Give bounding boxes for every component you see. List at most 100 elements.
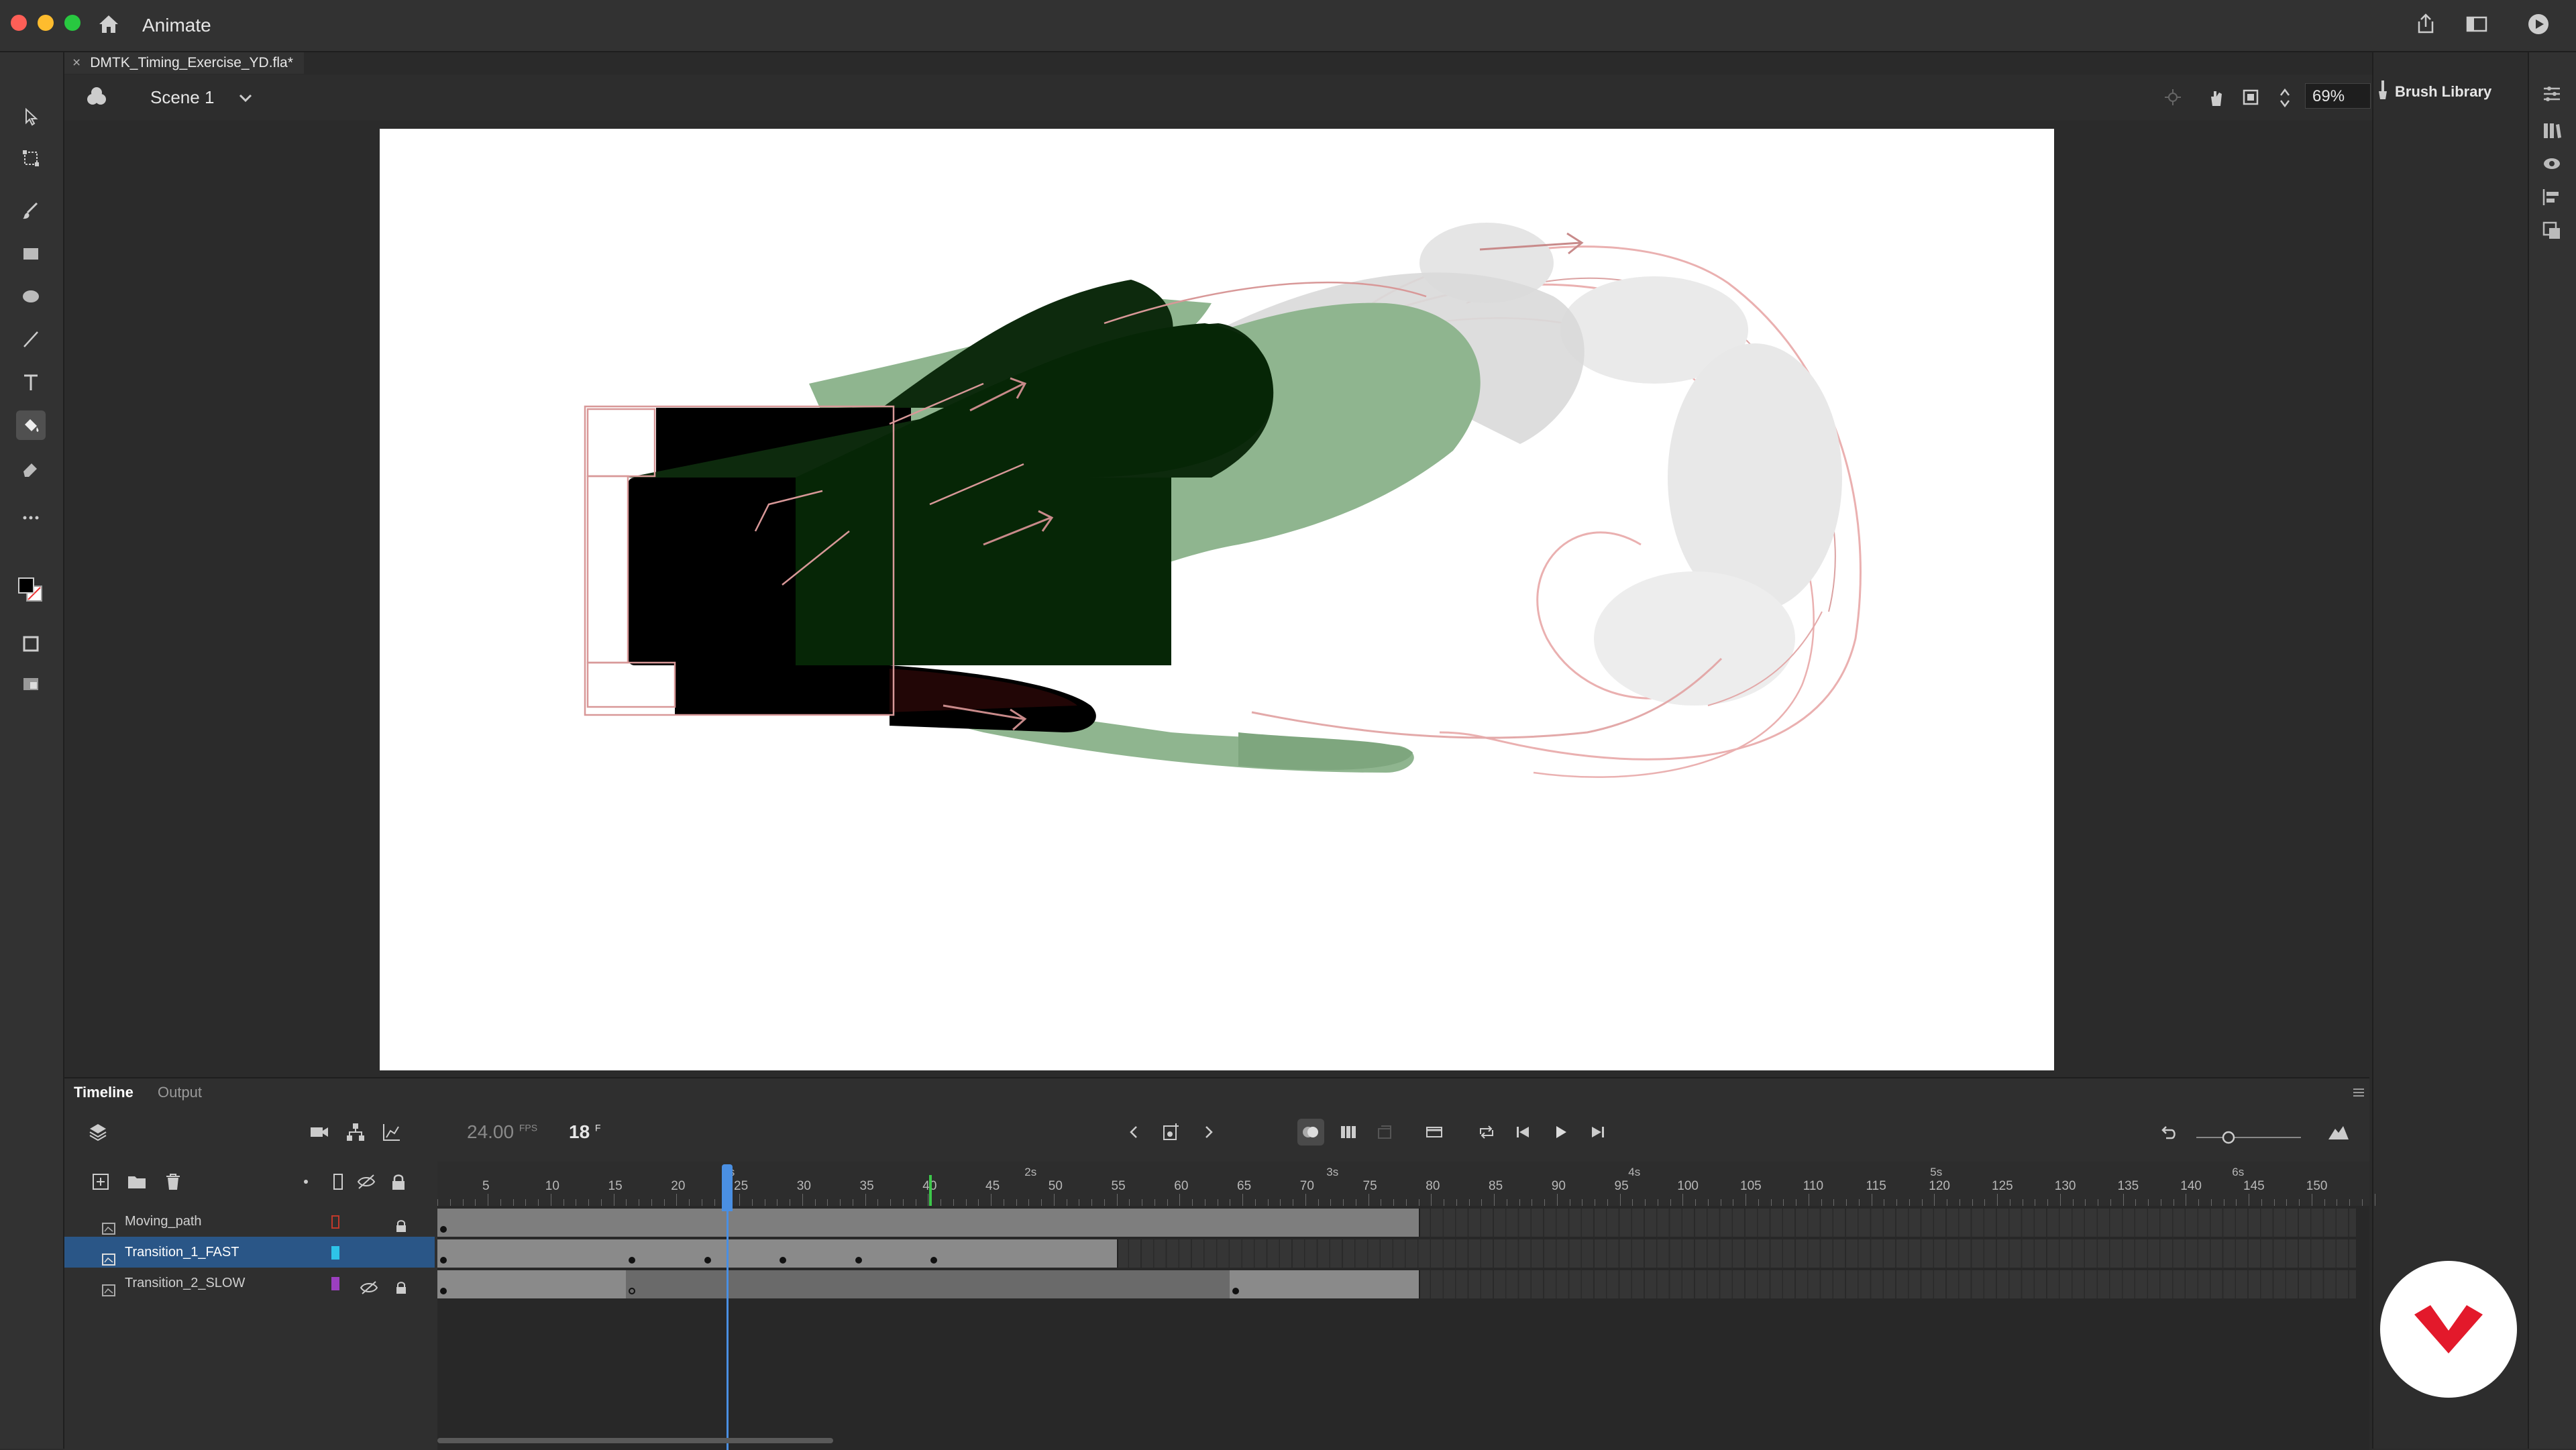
- layer-name[interactable]: Transition_2_SLOW: [125, 1268, 245, 1298]
- rectangle-tool-icon[interactable]: [16, 239, 46, 268]
- layer-hidden-icon[interactable]: [360, 1276, 378, 1306]
- tab-output[interactable]: Output: [158, 1084, 202, 1101]
- timeline-fit-icon[interactable]: [2325, 1119, 2352, 1146]
- brush-tool-icon[interactable]: [16, 196, 46, 225]
- insert-keyframe-icon[interactable]: [1158, 1119, 1185, 1146]
- layer-name[interactable]: Moving_path: [125, 1206, 202, 1237]
- zoom-stepper-icon[interactable]: [2278, 85, 2292, 115]
- close-tab-icon[interactable]: ×: [72, 55, 80, 70]
- highlight-layers-icon[interactable]: [292, 1168, 319, 1195]
- scene-name[interactable]: Scene 1: [150, 87, 214, 108]
- minimize-window-button[interactable]: [38, 15, 54, 31]
- edit-bar: Scene 1 69%: [64, 75, 2395, 121]
- keyframe[interactable]: [440, 1288, 447, 1294]
- keyframe[interactable]: [440, 1226, 447, 1233]
- layer-row[interactable]: Transition_2_SLOW: [64, 1268, 435, 1298]
- next-keyframe-icon[interactable]: [1195, 1119, 1222, 1146]
- loop-icon[interactable]: [1473, 1119, 1500, 1146]
- edit-multiple-frames-icon[interactable]: [1335, 1119, 1362, 1146]
- align-icon[interactable]: [2541, 186, 2563, 211]
- new-layer-icon[interactable]: [87, 1168, 114, 1195]
- layer-name[interactable]: Transition_1_FAST: [125, 1237, 239, 1268]
- sync-symbols-icon[interactable]: [1371, 1119, 1398, 1146]
- center-frame-icon[interactable]: [1421, 1119, 1448, 1146]
- assets-icon[interactable]: [2541, 153, 2563, 178]
- outline-layers-icon[interactable]: [325, 1168, 352, 1195]
- fps-value: 24.00: [467, 1121, 515, 1142]
- play-icon[interactable]: [1547, 1119, 1574, 1146]
- share-icon[interactable]: [2414, 12, 2438, 36]
- frame-span[interactable]: [626, 1270, 1232, 1298]
- undo-icon[interactable]: [2155, 1119, 2182, 1146]
- fps-display[interactable]: 24.00 FPS: [467, 1121, 537, 1143]
- lock-fill-icon[interactable]: [16, 669, 46, 699]
- step-back-icon[interactable]: [1509, 1119, 1536, 1146]
- free-transform-tool-icon[interactable]: [16, 144, 46, 173]
- keyframe[interactable]: [704, 1257, 711, 1264]
- frame-span[interactable]: [437, 1209, 1420, 1237]
- selection-tool-icon[interactable]: [16, 102, 46, 131]
- properties-icon[interactable]: [2541, 83, 2563, 108]
- onion-skin-icon[interactable]: [1297, 1119, 1324, 1146]
- frame-span[interactable]: [437, 1270, 628, 1298]
- layer-row[interactable]: Moving_path: [64, 1206, 435, 1237]
- rotate-hand-icon[interactable]: [2206, 87, 2227, 112]
- close-window-button[interactable]: [11, 15, 27, 31]
- frames-grid[interactable]: 5101520253035404550556065707580859095100…: [437, 1162, 2375, 1450]
- home-icon[interactable]: [97, 12, 121, 36]
- playhead[interactable]: [722, 1164, 733, 1211]
- eraser-tool-icon[interactable]: [16, 453, 46, 483]
- clip-content-icon[interactable]: [2241, 87, 2261, 111]
- layer-outline-color[interactable]: [331, 1246, 339, 1260]
- document-tab[interactable]: × DMTK_Timing_Exercise_YD.fla*: [64, 52, 304, 74]
- frame-span[interactable]: [437, 1239, 1118, 1268]
- timeline-zoom-slider[interactable]: [2195, 1131, 2302, 1148]
- edit-symbols-icon[interactable]: [85, 85, 109, 112]
- object-drawing-icon[interactable]: [16, 629, 46, 659]
- keyframe[interactable]: [440, 1257, 447, 1264]
- document-title: DMTK_Timing_Exercise_YD.fla*: [90, 55, 293, 70]
- timeline-panel: Timeline Output 24.00 FPS 18 F Moving_pa…: [64, 1077, 2375, 1450]
- step-forward-icon[interactable]: [1585, 1119, 1611, 1146]
- center-stage-icon[interactable]: [2163, 87, 2183, 111]
- layer-outline-color[interactable]: [331, 1215, 339, 1229]
- layer-toolbar: [64, 1162, 435, 1202]
- oval-tool-icon[interactable]: [16, 282, 46, 311]
- lock-all-layers-icon[interactable]: [385, 1168, 412, 1195]
- line-tool-icon[interactable]: [16, 325, 46, 354]
- stage-canvas[interactable]: [380, 129, 2054, 1070]
- keyframe[interactable]: [855, 1257, 862, 1264]
- layer-outline-color[interactable]: [331, 1277, 339, 1290]
- previous-keyframe-icon[interactable]: [1120, 1119, 1147, 1146]
- frame-span[interactable]: [1230, 1270, 1420, 1298]
- stroke-fill-color-icon[interactable]: [16, 575, 46, 605]
- graph-editor-icon[interactable]: [378, 1119, 405, 1146]
- camera-icon[interactable]: [306, 1119, 333, 1146]
- layer-lock-icon[interactable]: [394, 1276, 408, 1306]
- workspace-icon[interactable]: [2465, 12, 2489, 36]
- hide-all-layers-icon[interactable]: [353, 1168, 380, 1195]
- new-folder-icon[interactable]: [123, 1168, 150, 1195]
- timeline-horizontal-scrollbar[interactable]: [437, 1438, 833, 1443]
- delete-layer-icon[interactable]: [160, 1168, 186, 1195]
- zoom-input[interactable]: 69%: [2305, 83, 2371, 109]
- library-icon[interactable]: [2541, 119, 2563, 144]
- text-tool-icon[interactable]: [16, 368, 46, 397]
- parenting-icon[interactable]: [342, 1119, 369, 1146]
- test-movie-icon[interactable]: [2526, 12, 2551, 36]
- tab-timeline[interactable]: Timeline: [74, 1084, 133, 1101]
- scene-dropdown-chevron-icon[interactable]: [236, 89, 255, 111]
- paint-bucket-tool-icon[interactable]: [16, 410, 46, 440]
- brand-logo: [2380, 1261, 2517, 1398]
- zoom-window-button[interactable]: [64, 15, 80, 31]
- brush-library-icon[interactable]: [2373, 79, 2392, 104]
- current-frame-value: 18: [569, 1121, 590, 1142]
- layer-depth-icon[interactable]: [85, 1119, 111, 1146]
- playhead-line: [727, 1209, 729, 1450]
- current-frame-display[interactable]: 18 F: [569, 1121, 601, 1143]
- panel-menu-icon[interactable]: [2352, 1088, 2365, 1101]
- brush-library-title[interactable]: Brush Library: [2395, 83, 2491, 101]
- more-tools-icon[interactable]: [16, 503, 46, 533]
- transform-icon[interactable]: [2541, 220, 2563, 245]
- layer-row[interactable]: Transition_1_FAST: [64, 1237, 435, 1268]
